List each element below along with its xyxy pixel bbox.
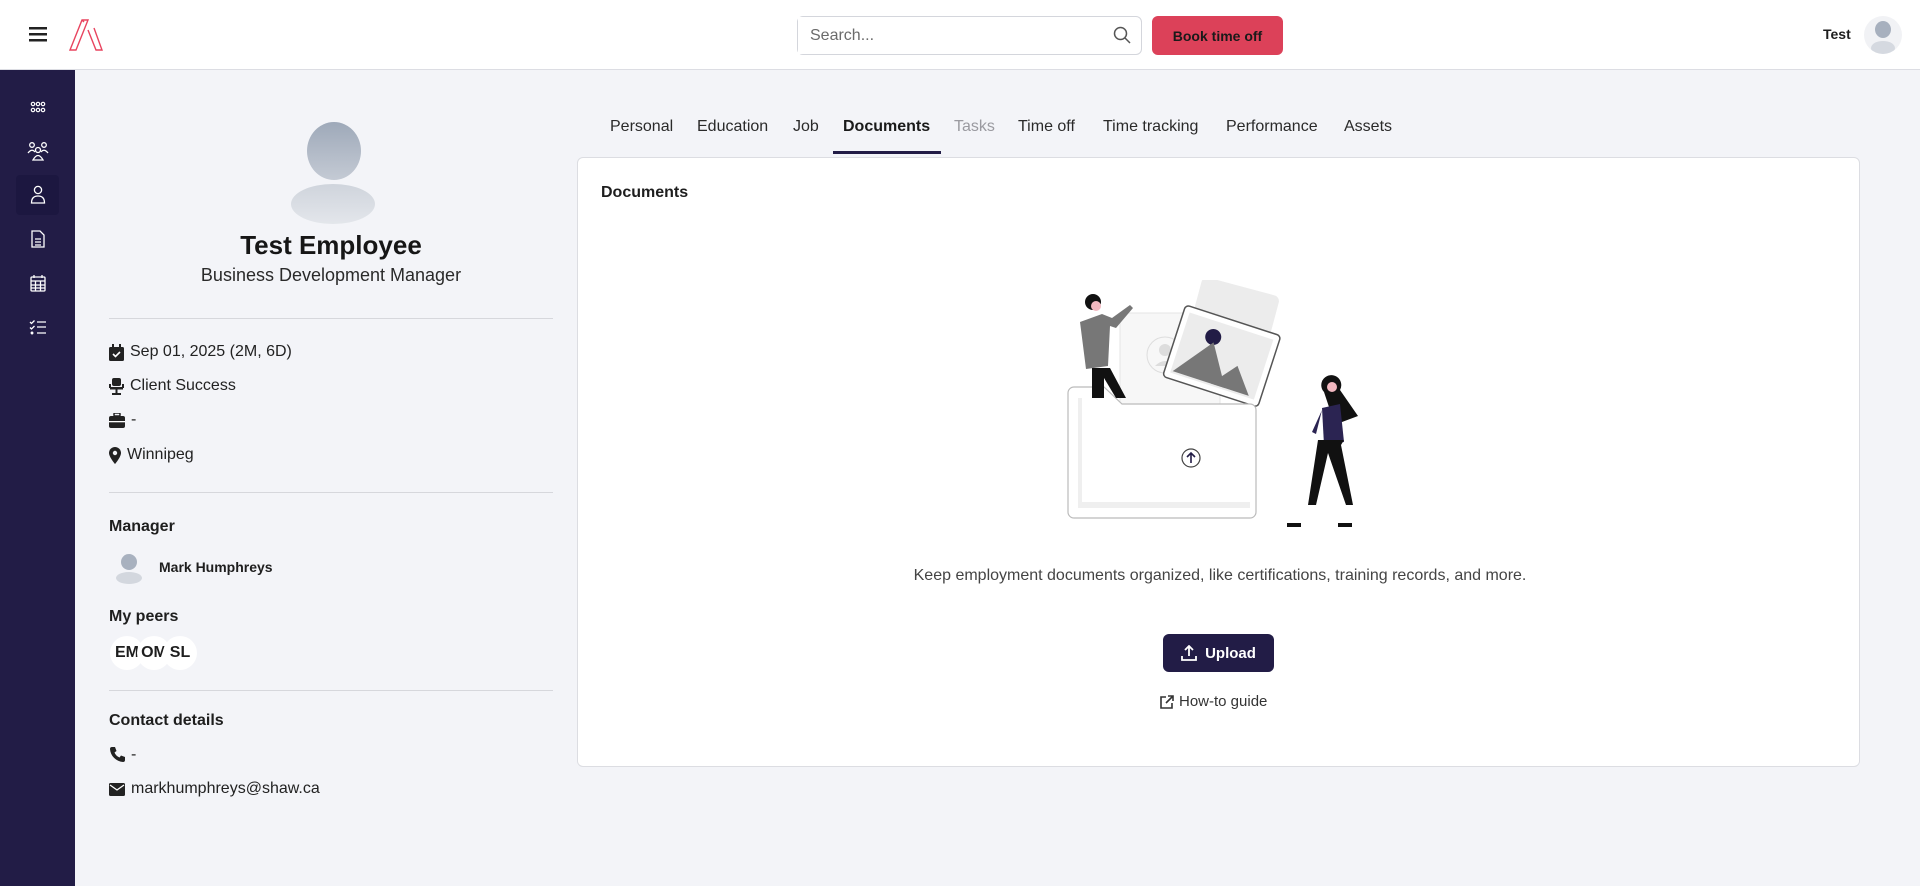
email-row: markhumphreys@shaw.ca	[109, 780, 320, 798]
start-date: Sep 01, 2025 (2M, 6D)	[130, 343, 292, 360]
upload-icon	[1181, 645, 1197, 661]
tab-assets[interactable]: Assets	[1344, 118, 1392, 136]
phone-icon	[110, 747, 125, 762]
divider	[109, 492, 553, 493]
office-chair-icon	[109, 377, 124, 395]
location: Winnipeg	[127, 446, 194, 463]
search-icon[interactable]	[1113, 26, 1131, 49]
documents-illustration	[1067, 280, 1358, 527]
contact-heading: Contact details	[109, 712, 224, 729]
divider	[109, 690, 553, 691]
peer-avatar[interactable]: SL	[163, 636, 197, 670]
start-date-row: Sep 01, 2025 (2M, 6D)	[109, 343, 292, 361]
job: -	[131, 411, 137, 428]
calendar-check-icon	[109, 343, 124, 361]
top-header: Book time off Test	[0, 0, 1920, 70]
phone: -	[131, 746, 137, 763]
search-box	[797, 16, 1142, 55]
department-row: Client Success	[109, 377, 236, 395]
peers-heading: My peers	[109, 608, 179, 625]
external-link-icon	[1160, 694, 1174, 709]
how-to-guide-link[interactable]: How-to guide	[1160, 693, 1267, 710]
tab-education[interactable]: Education	[697, 118, 768, 136]
tab-time-tracking[interactable]: Time tracking	[1103, 118, 1198, 136]
divider	[109, 318, 553, 319]
hamburger-menu-icon[interactable]	[29, 26, 47, 47]
manager-avatar	[113, 552, 145, 586]
sidebar-profile-icon[interactable]	[16, 175, 59, 215]
sidebar	[0, 70, 75, 886]
book-time-off-button[interactable]: Book time off	[1152, 16, 1283, 55]
sidebar-tasks-icon[interactable]	[16, 307, 59, 347]
sidebar-dashboard-icon[interactable]	[16, 87, 59, 127]
tab-documents[interactable]: Documents	[843, 118, 930, 136]
user-name: Test	[1823, 26, 1851, 42]
sidebar-people-icon[interactable]	[16, 131, 59, 171]
app-logo[interactable]	[68, 18, 106, 57]
how-to-guide-label: How-to guide	[1179, 693, 1268, 710]
upload-button[interactable]: Upload	[1163, 634, 1274, 672]
location-row: Winnipeg	[109, 446, 194, 464]
tab-tasks[interactable]: Tasks	[954, 118, 995, 136]
upload-label: Upload	[1205, 644, 1256, 662]
email[interactable]: markhumphreys@shaw.ca	[131, 780, 320, 798]
tab-personal[interactable]: Personal	[610, 118, 673, 136]
empty-state-text: Keep employment documents organized, lik…	[913, 567, 1527, 584]
sidebar-documents-icon[interactable]	[16, 219, 59, 259]
briefcase-icon	[109, 412, 125, 428]
user-avatar[interactable]	[1864, 16, 1902, 54]
active-tab-indicator	[833, 151, 941, 154]
employee-avatar	[285, 112, 381, 224]
tab-job[interactable]: Job	[793, 118, 819, 136]
search-input[interactable]	[798, 17, 1088, 54]
map-pin-icon	[109, 446, 121, 464]
tab-performance[interactable]: Performance	[1226, 118, 1318, 136]
envelope-icon	[109, 782, 125, 796]
employee-name: Test Employee	[240, 230, 422, 260]
manager-heading: Manager	[109, 518, 175, 535]
employee-title: Business Development Manager	[200, 265, 462, 285]
documents-title: Documents	[601, 184, 689, 201]
manager-name[interactable]: Mark Humphreys	[159, 559, 273, 575]
sidebar-calendar-icon[interactable]	[16, 263, 59, 303]
phone-row: -	[109, 746, 136, 764]
department: Client Success	[130, 377, 236, 394]
tab-time-off[interactable]: Time off	[1018, 118, 1075, 136]
job-row: -	[109, 411, 136, 429]
